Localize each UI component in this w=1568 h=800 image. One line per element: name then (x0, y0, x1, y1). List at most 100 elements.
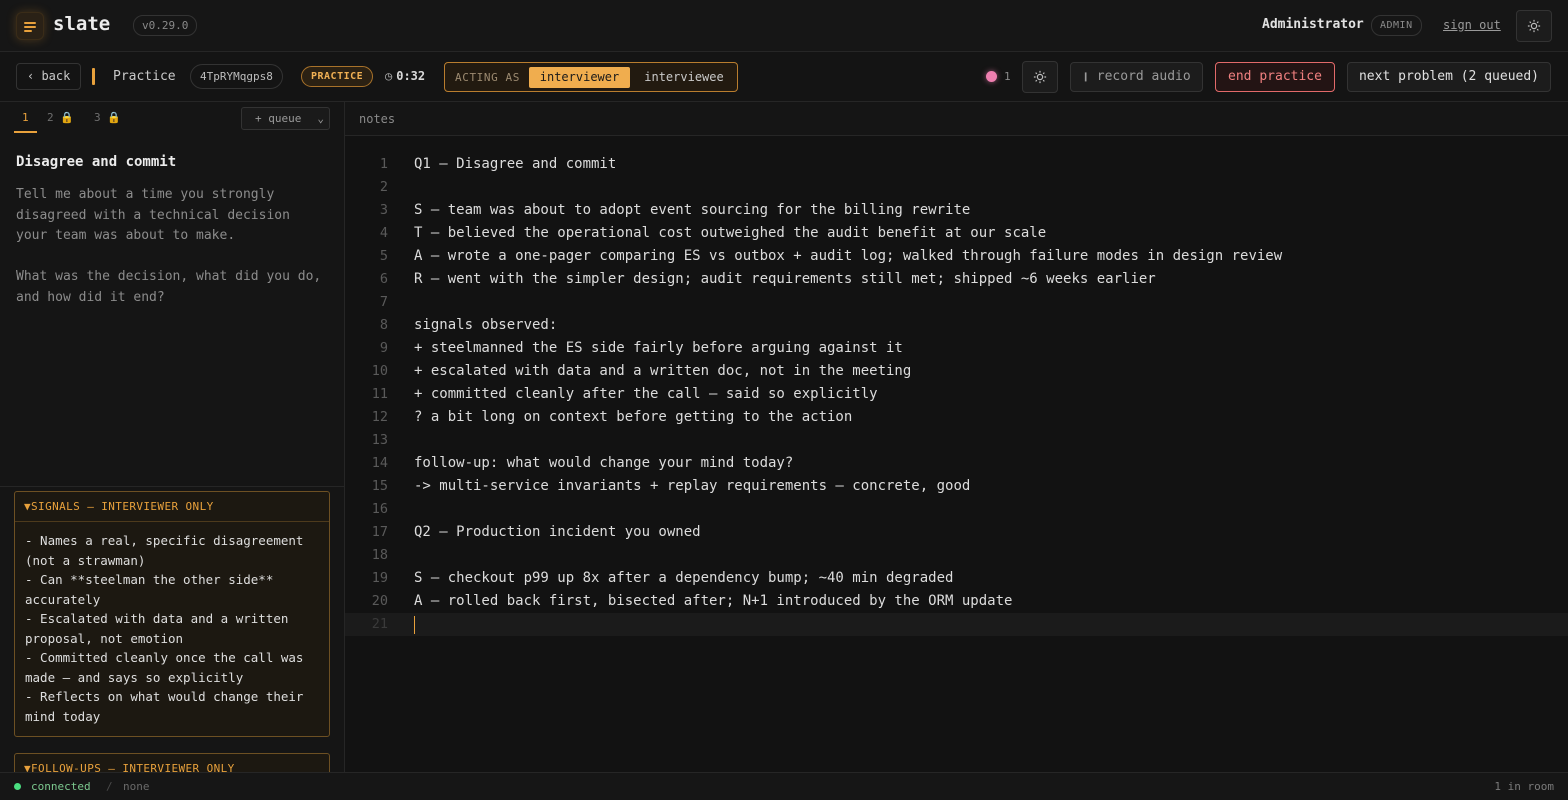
line-text[interactable]: ? a bit long on context before getting t… (414, 406, 852, 429)
connection-status-icon (14, 783, 21, 790)
signals-header[interactable]: ▼SIGNALS — INTERVIEWER ONLY (15, 492, 329, 522)
editor-line[interactable]: 20 A — rolled back first, bisected after;… (345, 590, 1568, 613)
active-tab-underline (14, 131, 37, 133)
queue-select[interactable]: + queue ⌄ (241, 107, 330, 130)
question-title: Disagree and commit (16, 154, 177, 170)
editor-line[interactable]: 12 ? a bit long on context before getting… (345, 406, 1568, 429)
line-text[interactable]: -> multi-service invariants + replay req… (414, 475, 970, 498)
line-number: 15 (371, 478, 388, 494)
line-number: 8 (379, 317, 388, 333)
top-bar: slate v0.29.0 Administrator ADMIN sign o… (0, 0, 1568, 52)
sun-icon (1527, 19, 1541, 33)
editor-tab-bar: notes (345, 102, 1568, 136)
queue-select-value: + queue (255, 112, 302, 125)
line-text[interactable]: Q1 — Disagree and commit (414, 153, 616, 176)
tab-notes[interactable]: notes (359, 112, 395, 126)
status-separator: / (106, 780, 113, 793)
editor-line[interactable]: 15 -> multi-service invariants + replay r… (345, 475, 1568, 498)
record-audio-button[interactable]: ❙ record audio (1070, 62, 1203, 92)
editor-line[interactable]: 4 T — believed the operational cost outwe… (345, 222, 1568, 245)
acting-as-toggle: ACTING AS interviewer interviewee (444, 62, 738, 92)
line-text[interactable]: + steelmanned the ES side fairly before … (414, 337, 903, 360)
status-bar: connected / none 1 in room (0, 772, 1568, 800)
line-number: 17 (371, 524, 388, 540)
editor-line[interactable]: 19 S — checkout p99 up 8x after a depende… (345, 567, 1568, 590)
practice-badge: PRACTICE (301, 66, 374, 87)
editor-line[interactable]: 18 (345, 544, 1568, 567)
followups-section: ▼FOLLOW-UPS — INTERVIEWER ONLY (14, 753, 330, 772)
sun-icon (1033, 70, 1047, 84)
acting-as-label: ACTING AS (455, 71, 521, 84)
session-id-badge[interactable]: 4TpRYMqgps8 (190, 64, 283, 89)
editor-line[interactable]: 16 (345, 498, 1568, 521)
line-number: 5 (379, 248, 388, 264)
line-text[interactable]: T — believed the operational cost outwei… (414, 222, 1046, 245)
editor-line[interactable]: 9 + steelmanned the ES side fairly before… (345, 337, 1568, 360)
line-number: 2 (379, 179, 388, 195)
line-text[interactable]: R — went with the simpler design; audit … (414, 268, 1156, 291)
line-text[interactable]: signals observed: (414, 314, 557, 337)
panel-divider (0, 486, 344, 487)
line-number: 13 (371, 432, 388, 448)
line-number: 9 (379, 340, 388, 356)
recording-count: 1 (1004, 70, 1011, 83)
followups-header[interactable]: ▼FOLLOW-UPS — INTERVIEWER ONLY (15, 754, 329, 772)
editor-line[interactable]: 8 signals observed: (345, 314, 1568, 337)
line-text[interactable]: + committed cleanly after the call — sai… (414, 383, 878, 406)
question-tab-3[interactable]: 3 🔒 (94, 111, 121, 124)
mode-accent-bar (92, 68, 95, 85)
chevron-down-icon: ⌄ (317, 112, 324, 125)
line-text[interactable]: S — checkout p99 up 8x after a dependenc… (414, 567, 953, 590)
microphone-icon: ❙ (1082, 70, 1089, 83)
connection-status: connected (31, 780, 91, 793)
line-number: 7 (379, 294, 388, 310)
next-problem-button[interactable]: next problem (2 queued) (1347, 62, 1551, 92)
sign-out-link[interactable]: sign out (1443, 18, 1501, 32)
question-tab-1[interactable]: 1 (22, 111, 29, 124)
line-number: 14 (371, 455, 388, 471)
line-text[interactable]: A — wrote a one-pager comparing ES vs ou… (414, 245, 1282, 268)
line-number: 4 (379, 225, 388, 241)
mode-label: Practice (113, 69, 176, 84)
editor-line[interactable]: 1 Q1 — Disagree and commit (345, 153, 1568, 176)
editor-line[interactable]: 17 Q2 — Production incident you owned (345, 521, 1568, 544)
line-text[interactable]: follow-up: what would change your mind t… (414, 452, 793, 475)
line-number: 21 (371, 616, 388, 632)
line-number: 16 (371, 501, 388, 517)
settings-button[interactable] (1022, 61, 1058, 93)
editor-line[interactable]: 3 S — team was about to adopt event sourc… (345, 199, 1568, 222)
editor-line[interactable]: 2 (345, 176, 1568, 199)
recording-indicator-icon (986, 71, 997, 82)
editor-line[interactable]: 21 (345, 613, 1568, 636)
question-tab-2[interactable]: 2 🔒 (47, 111, 74, 124)
editor-line[interactable]: 14 follow-up: what would change your mind… (345, 452, 1568, 475)
timer-value: 0:32 (396, 69, 426, 83)
line-number: 10 (371, 363, 388, 379)
logo-icon (16, 12, 44, 40)
line-text[interactable]: Q2 — Production incident you owned (414, 521, 701, 544)
line-number: 19 (371, 570, 388, 586)
editor-lines: 1 Q1 — Disagree and commit 2 3 S — team was … (345, 153, 1568, 636)
editor-line[interactable]: 13 (345, 429, 1568, 452)
editor-line[interactable]: 6 R — went with the simpler design; audit… (345, 268, 1568, 291)
role-badge: ADMIN (1371, 15, 1422, 36)
question-tabs: 1 2 🔒 3 🔒 + queue ⌄ (0, 102, 344, 134)
record-audio-label: record audio (1096, 69, 1191, 84)
line-text[interactable]: S — team was about to adopt event sourci… (414, 199, 970, 222)
line-text[interactable]: A — rolled back first, bisected after; N… (414, 590, 1012, 613)
editor-line[interactable]: 5 A — wrote a one-pager comparing ES vs o… (345, 245, 1568, 268)
line-text[interactable]: + escalated with data and a written doc,… (414, 360, 911, 383)
editor-line[interactable]: 7 (345, 291, 1568, 314)
back-button[interactable]: ‹ back (16, 63, 82, 90)
notes-editor[interactable]: notes 1 Q1 — Disagree and commit 2 3 S — tea… (345, 102, 1568, 772)
line-number: 18 (371, 547, 388, 563)
session-toolbar: ‹ back Practice 4TpRYMqgps8 PRACTICE ◷ 0:… (0, 52, 1568, 102)
editor-line[interactable]: 10 + escalated with data and a written do… (345, 360, 1568, 383)
editor-line[interactable]: 11 + committed cleanly after the call — s… (345, 383, 1568, 406)
theme-toggle-button[interactable] (1516, 10, 1552, 42)
line-number: 11 (371, 386, 388, 402)
acting-option-interviewee[interactable]: interviewee (635, 67, 733, 88)
version-badge: v0.29.0 (133, 15, 198, 36)
end-practice-button[interactable]: end practice (1215, 62, 1335, 92)
acting-option-interviewer[interactable]: interviewer (529, 67, 630, 88)
